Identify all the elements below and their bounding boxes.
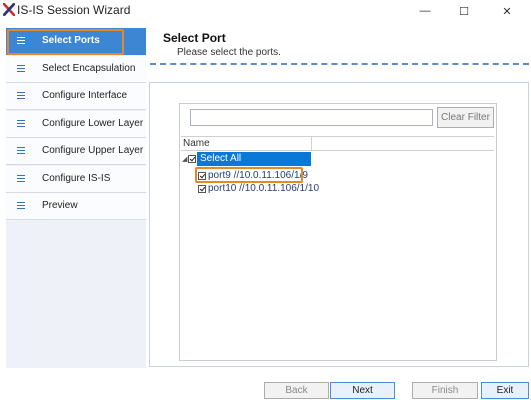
list-icon [17,175,25,183]
list-icon [17,92,25,100]
wizard-step-sidebar: Select Ports Select Encapsulation Config… [6,28,146,368]
close-button[interactable]: ✕ [490,0,524,22]
list-icon [17,37,25,45]
back-button[interactable]: Back [264,382,329,399]
select-all-label: Select All [200,153,242,164]
sidebar-item-select-ports[interactable]: Select Ports [6,28,146,55]
port10-label[interactable]: port10 //10.0.11.106/1/10 [208,183,319,194]
sidebar-item-label: Configure Interface [42,90,128,101]
port9-checkbox[interactable] [198,172,206,180]
sidebar-item-label: Configure Upper Layer [42,145,144,156]
exit-button[interactable]: Exit [481,382,529,399]
page-title: Select Port [163,31,226,45]
sidebar-item-configure-interface[interactable]: Configure Interface [6,83,146,110]
list-icon [17,147,25,155]
sidebar-item-configure-is-is[interactable]: Configure IS-IS [6,166,146,193]
list-icon [17,202,25,210]
sidebar-item-select-encapsulation[interactable]: Select Encapsulation [6,56,146,83]
port10-checkbox[interactable] [198,185,206,193]
minimize-button[interactable]: — [408,0,442,22]
maximize-button[interactable]: ☐ [447,0,481,22]
tree-header: Name [181,136,494,151]
sidebar-item-label: Select Encapsulation [42,63,136,74]
column-header-name[interactable]: Name [181,137,312,151]
sidebar-item-label: Select Ports [42,35,100,46]
expand-arrow-icon[interactable]: ◢ [182,155,187,163]
ixia-x-logo-icon [3,3,15,16]
page-subtitle: Please select the ports. [177,47,281,58]
sidebar-item-label: Preview [42,200,78,211]
port9-label[interactable]: port9 //10.0.11.106/1/9 [208,170,308,181]
list-icon [17,120,25,128]
window-titlebar: IS-IS Session Wizard — ☐ ✕ [0,0,531,22]
sidebar-item-label: Configure Lower Layer [42,118,144,129]
sidebar-item-preview[interactable]: Preview [6,193,146,220]
filter-input[interactable] [190,109,433,126]
sidebar-item-label: Configure IS-IS [42,173,111,184]
window-title: IS-IS Session Wizard [17,3,131,17]
next-button[interactable]: Next [330,382,395,399]
select-all-checkbox[interactable] [188,155,196,163]
clear-filter-button[interactable]: Clear Filter [437,107,494,128]
sidebar-item-configure-lower-layer[interactable]: Configure Lower Layer [6,111,146,138]
sidebar-item-configure-upper-layer[interactable]: Configure Upper Layer [6,138,146,165]
finish-button[interactable]: Finish [412,382,478,399]
header-divider [150,63,529,65]
list-icon [17,65,25,73]
